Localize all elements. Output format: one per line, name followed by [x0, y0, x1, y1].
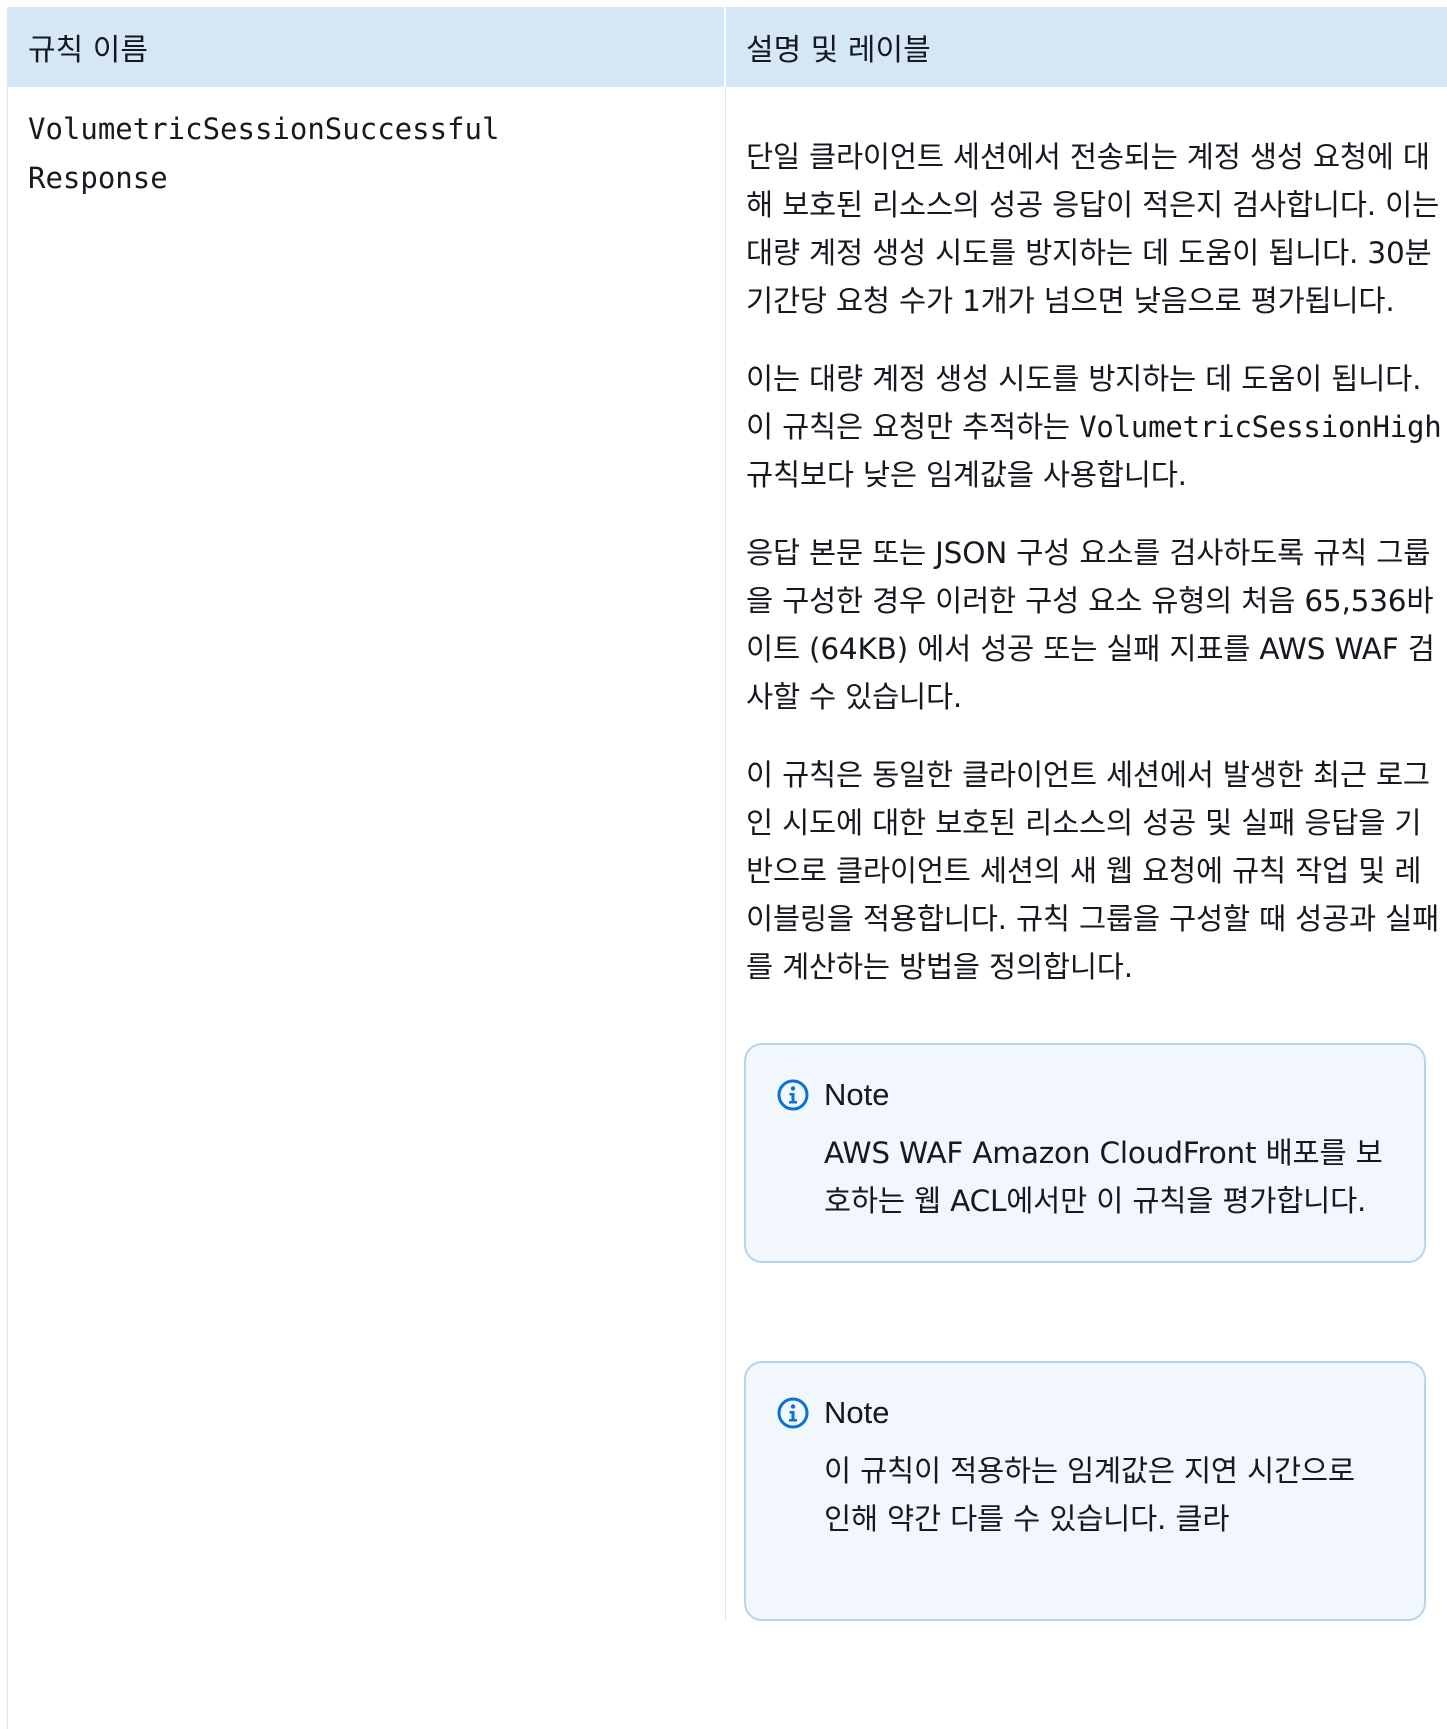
table-header: 규칙 이름 설명 및 레이블: [8, 7, 1447, 87]
description-paragraph-1: 단일 클라이언트 세션에서 전송되는 계정 생성 요청에 대해 보호된 리소스의…: [746, 140, 1440, 318]
header-description: 설명 및 레이블: [746, 33, 931, 68]
note-title: Note: [824, 1077, 890, 1112]
header-rule-name: 규칙 이름: [8, 7, 726, 87]
note-body: AWS WAF Amazon CloudFront 배포를 보호하는 웹 ACL…: [824, 1136, 1383, 1218]
info-circle-icon: [777, 1079, 809, 1111]
note-header: Note: [776, 1075, 1388, 1115]
description-paragraph-4: 이 규칙은 동일한 클라이언트 세션에서 발생한 최근 로그인 시도에 대한 보…: [746, 758, 1440, 984]
note-box: Note AWS WAF Amazon CloudFront 배포를 보호하는 …: [744, 1043, 1426, 1263]
rule-name-cell: VolumetricSessionSuccessful Response: [8, 87, 726, 1621]
rule-reference-code: VolumetricSessionHigh: [1079, 410, 1442, 444]
description-paragraph-3: 응답 본문 또는 JSON 구성 요소를 검사하도록 규칙 그룹을 구성한 경우…: [746, 536, 1435, 714]
rules-table: 규칙 이름 설명 및 레이블 VolumetricSessionSuccessf…: [7, 7, 1447, 1729]
description-cell: 단일 클라이언트 세션에서 전송되는 계정 생성 요청에 대해 보호된 리소스의…: [726, 87, 1447, 1621]
note-box: Note 이 규칙이 적용하는 임계값은 지연 시간으로 인해 약간 다를 수 …: [744, 1361, 1426, 1621]
note-body: 이 규칙이 적용하는 임계값은 지연 시간으로 인해 약간 다를 수 있습니다.…: [824, 1454, 1355, 1536]
rule-name: VolumetricSessionSuccessful Response: [28, 112, 500, 195]
note-title: Note: [824, 1395, 890, 1430]
description-paragraph-2: 이는 대량 계정 생성 시도를 방지하는 데 도움이 됩니다. 이 규칙은 요청…: [746, 355, 1442, 499]
info-circle-icon: [777, 1397, 809, 1429]
table-row: VolumetricSessionSuccessful Response 단일 …: [8, 87, 1447, 1621]
note-header: Note: [776, 1393, 1388, 1433]
